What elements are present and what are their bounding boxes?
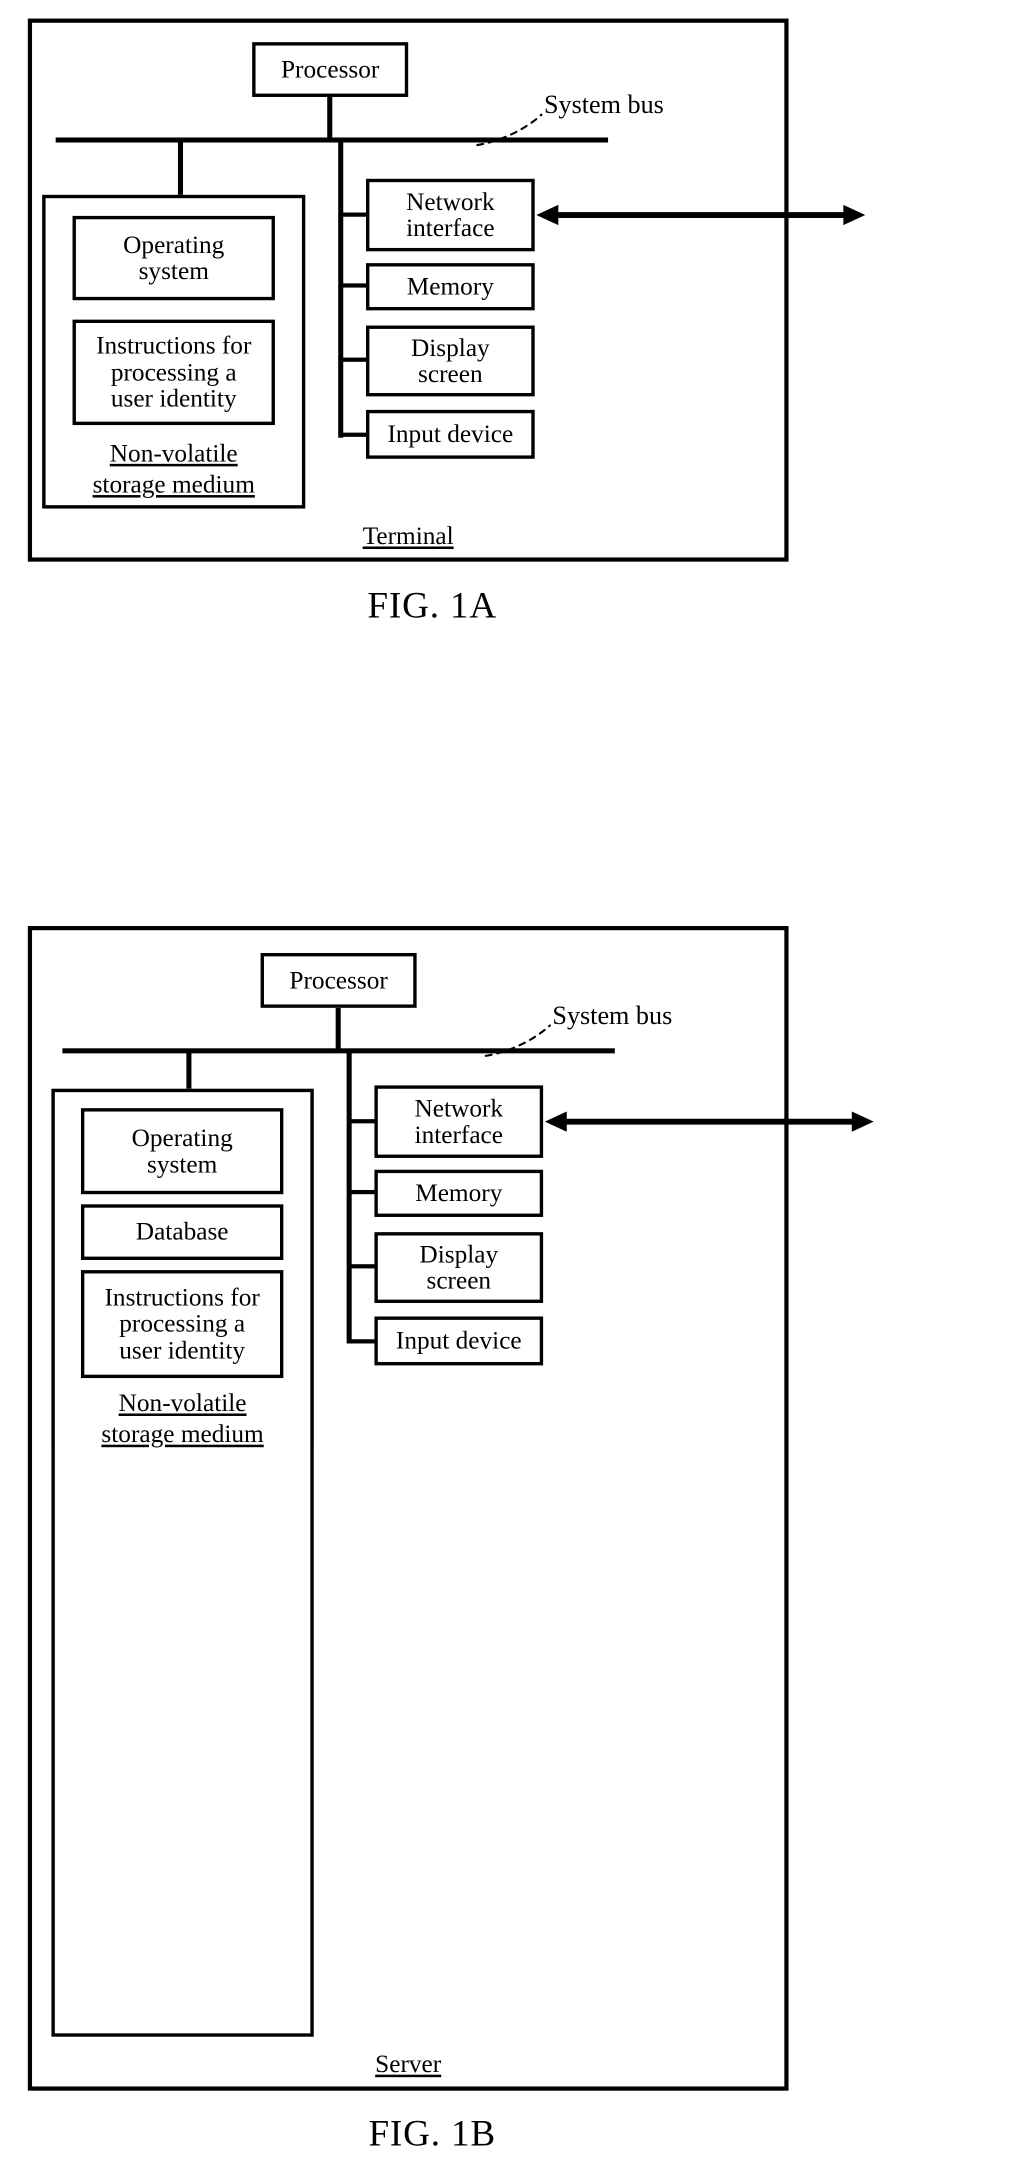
input-device-label: Input device bbox=[387, 420, 514, 449]
display-screen-label-line2: screen bbox=[426, 1266, 492, 1295]
storage-medium-label-line1: Non-volatile bbox=[109, 439, 238, 468]
instructions-label-line3: user identity bbox=[110, 384, 237, 413]
input-device-box: Input device bbox=[366, 409, 535, 459]
instructions-label-line2: processing a bbox=[119, 1309, 246, 1338]
bus-peripheral-rail bbox=[346, 1051, 352, 1344]
figure-1b-caption: FIG. 1B bbox=[368, 2112, 497, 2154]
stub-network-interface bbox=[348, 1119, 377, 1124]
stub-input-device bbox=[348, 1339, 377, 1344]
network-external-double-arrow bbox=[544, 1107, 874, 1136]
instructions-label-line1: Instructions for bbox=[104, 1283, 260, 1312]
database-box: Database bbox=[80, 1204, 284, 1260]
stub-memory bbox=[348, 1189, 377, 1195]
instructions-label-line1: Instructions for bbox=[96, 331, 252, 360]
operating-system-box: Operating system bbox=[80, 1108, 284, 1195]
bus-peripheral-rail bbox=[338, 140, 344, 438]
memory-label-line1: Memory bbox=[415, 1179, 503, 1208]
processor-bus-stem bbox=[327, 96, 333, 140]
operating-system-label-line2: system bbox=[147, 1150, 218, 1179]
system-bus-label: System bus bbox=[543, 89, 664, 119]
system-bus-label: System bus bbox=[552, 1000, 673, 1030]
database-label-line1: Database bbox=[135, 1218, 229, 1246]
stub-input-device bbox=[339, 432, 369, 437]
storage-medium-label-line2: storage medium bbox=[101, 1420, 264, 1449]
instructions-label-line2: processing a bbox=[110, 358, 237, 387]
network-interface-label-line1: Network bbox=[414, 1094, 504, 1123]
processor-label: Processor bbox=[289, 966, 388, 995]
sheet-scaler: Processor System bus Operating system In… bbox=[0, 0, 1025, 2159]
instructions-box: Instructions for processing a user identit… bbox=[80, 1270, 284, 1379]
operating-system-label-line1: Operating bbox=[123, 230, 225, 259]
display-screen-box: Display screen bbox=[374, 1232, 544, 1303]
operating-system-box: Operating system bbox=[72, 215, 275, 301]
operating-system-label-line1: Operating bbox=[131, 1123, 233, 1152]
processor-bus-stem bbox=[335, 1007, 341, 1050]
input-device-box: Input device bbox=[374, 1316, 544, 1366]
network-interface-box: Network interface bbox=[374, 1085, 544, 1158]
bus-storage-stem bbox=[186, 1051, 192, 1090]
display-screen-label-line1: Display bbox=[419, 1240, 499, 1268]
display-screen-label-line2: screen bbox=[418, 360, 483, 388]
stub-network-interface bbox=[339, 212, 369, 217]
network-interface-label-line2: interface bbox=[414, 1120, 504, 1149]
instructions-box: Instructions for processing a user ident… bbox=[72, 319, 275, 426]
storage-medium-label-line2: storage medium bbox=[92, 470, 255, 499]
instructions-label-line3: user identity bbox=[119, 1336, 246, 1365]
terminal-label: Terminal bbox=[362, 522, 454, 550]
memory-box: Memory bbox=[366, 263, 535, 311]
memory-box: Memory bbox=[374, 1169, 544, 1217]
stub-display-screen bbox=[339, 357, 369, 362]
stub-display-screen bbox=[348, 1264, 377, 1269]
processor-box: Processor bbox=[260, 952, 417, 1008]
network-interface-box: Network interface bbox=[366, 178, 535, 252]
network-interface-label-line1: Network bbox=[406, 187, 495, 216]
storage-medium-label-line1: Non-volatile bbox=[118, 1389, 247, 1417]
processor-box: Processor bbox=[252, 42, 409, 97]
bus-storage-stem bbox=[177, 140, 184, 196]
operating-system-label-line2: system bbox=[138, 257, 209, 286]
memory-label: Memory bbox=[406, 272, 494, 301]
display-screen-box: Display screen bbox=[366, 325, 535, 397]
stub-memory bbox=[339, 283, 369, 288]
input-device-label-line1: Input device bbox=[395, 1326, 522, 1355]
figure-1a-caption: FIG. 1A bbox=[367, 584, 498, 626]
processor-label: Processor bbox=[280, 55, 380, 84]
network-external-double-arrow bbox=[536, 201, 866, 230]
network-interface-label-line2: interface bbox=[406, 214, 495, 243]
server-label: Server bbox=[375, 2050, 442, 2079]
display-screen-label-line1: Display bbox=[410, 333, 490, 362]
